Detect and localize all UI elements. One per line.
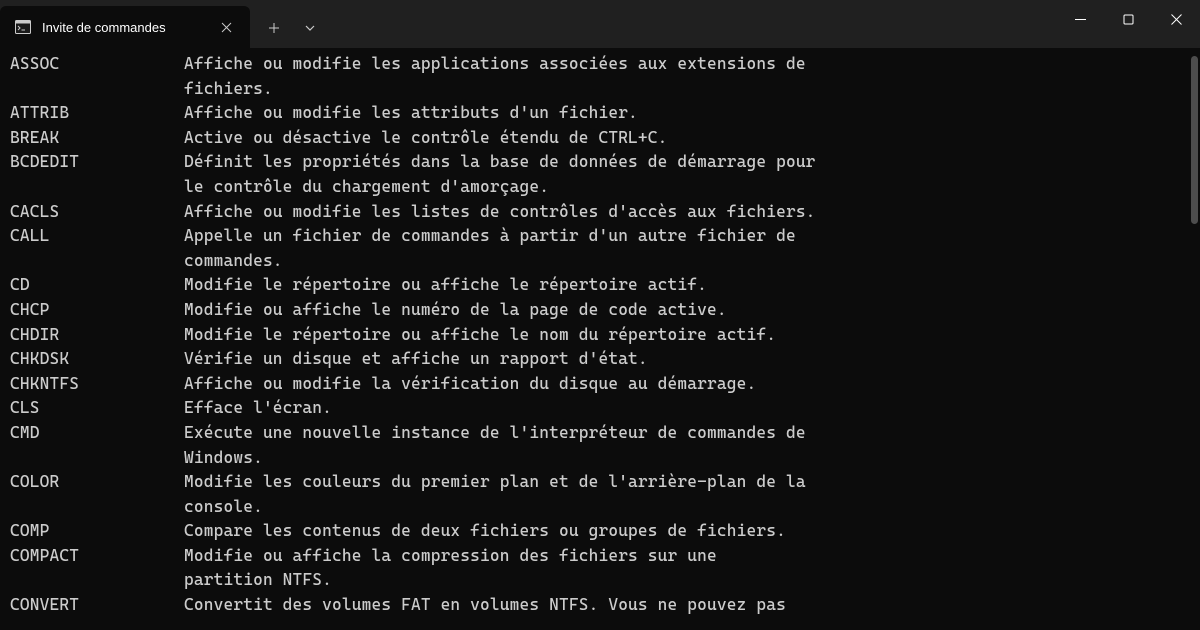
command-row: le contrôle du chargement d'amorçage. <box>10 175 1190 200</box>
command-row: console. <box>10 495 1190 520</box>
command-name <box>10 495 184 520</box>
command-description: Modifie ou affiche la compression des fi… <box>184 544 1190 569</box>
command-name: CLS <box>10 396 184 421</box>
command-name: CMD <box>10 421 184 446</box>
command-description: Modifie le répertoire ou affiche le nom … <box>184 323 1190 348</box>
command-description: Windows. <box>184 446 1190 471</box>
command-row: COMPACTModifie ou affiche la compression… <box>10 544 1190 569</box>
tab-dropdown-button[interactable] <box>292 12 328 44</box>
command-name: CONVERT <box>10 593 184 618</box>
command-row: CLSEfface l'écran. <box>10 396 1190 421</box>
terminal-icon <box>14 18 32 36</box>
command-description: Appelle un fichier de commandes à partir… <box>184 224 1190 249</box>
command-row: COMPCompare les contenus de deux fichier… <box>10 519 1190 544</box>
command-description: Définit les propriétés dans la base de d… <box>184 150 1190 175</box>
command-description: partition NTFS. <box>184 568 1190 593</box>
command-row: Windows. <box>10 446 1190 471</box>
command-description: fichiers. <box>184 77 1190 102</box>
command-row: CACLSAffiche ou modifie les listes de co… <box>10 200 1190 225</box>
scrollbar-thumb[interactable] <box>1191 56 1198 224</box>
close-window-button[interactable] <box>1152 0 1200 38</box>
command-row: CHCPModifie ou affiche le numéro de la p… <box>10 298 1190 323</box>
command-name <box>10 568 184 593</box>
command-description: console. <box>184 495 1190 520</box>
command-name <box>10 77 184 102</box>
command-row: CHKDSKVérifie un disque et affiche un ra… <box>10 347 1190 372</box>
command-description: Vérifie un disque et affiche un rapport … <box>184 347 1190 372</box>
title-bar-drag-area[interactable] <box>328 0 1056 48</box>
command-description: Affiche ou modifie les applications asso… <box>184 52 1190 77</box>
command-row: CHKNTFSAffiche ou modifie la vérificatio… <box>10 372 1190 397</box>
command-name: CHKNTFS <box>10 372 184 397</box>
command-description: Modifie les couleurs du premier plan et … <box>184 470 1190 495</box>
title-bar: Invite de commandes <box>0 0 1200 48</box>
command-name: BREAK <box>10 126 184 151</box>
maximize-button[interactable] <box>1104 0 1152 38</box>
command-description: Exécute une nouvelle instance de l'inter… <box>184 421 1190 446</box>
command-row: fichiers. <box>10 77 1190 102</box>
command-name <box>10 249 184 274</box>
tab-controls <box>250 0 328 48</box>
command-name <box>10 175 184 200</box>
command-name: CHCP <box>10 298 184 323</box>
minimize-button[interactable] <box>1056 0 1104 38</box>
command-row: CHDIRModifie le répertoire ou affiche le… <box>10 323 1190 348</box>
command-name: CALL <box>10 224 184 249</box>
command-name: ASSOC <box>10 52 184 77</box>
command-output: ASSOCAffiche ou modifie les applications… <box>10 52 1190 618</box>
command-description: Affiche ou modifie les listes de contrôl… <box>184 200 1190 225</box>
new-tab-button[interactable] <box>256 12 292 44</box>
command-name: CHDIR <box>10 323 184 348</box>
terminal-content[interactable]: ASSOCAffiche ou modifie les applications… <box>0 48 1200 630</box>
command-name: CD <box>10 273 184 298</box>
tab-title: Invite de commandes <box>42 20 198 35</box>
command-description: Compare les contenus de deux fichiers ou… <box>184 519 1190 544</box>
command-name: ATTRIB <box>10 101 184 126</box>
command-row: CMDExécute une nouvelle instance de l'in… <box>10 421 1190 446</box>
command-row: BCDEDITDéfinit les propriétés dans la ba… <box>10 150 1190 175</box>
command-row: CONVERTConvertit des volumes FAT en volu… <box>10 593 1190 618</box>
command-description: Modifie ou affiche le numéro de la page … <box>184 298 1190 323</box>
command-name: CACLS <box>10 200 184 225</box>
scrollbar-track[interactable] <box>1190 48 1200 630</box>
command-name: BCDEDIT <box>10 150 184 175</box>
command-description: Affiche ou modifie la vérification du di… <box>184 372 1190 397</box>
command-description: Active ou désactive le contrôle étendu d… <box>184 126 1190 151</box>
command-row: CALLAppelle un fichier de commandes à pa… <box>10 224 1190 249</box>
command-row: ATTRIBAffiche ou modifie les attributs d… <box>10 101 1190 126</box>
command-row: commandes. <box>10 249 1190 274</box>
command-name: COMP <box>10 519 184 544</box>
command-row: partition NTFS. <box>10 568 1190 593</box>
command-description: commandes. <box>184 249 1190 274</box>
command-name: CHKDSK <box>10 347 184 372</box>
command-row: ASSOCAffiche ou modifie les applications… <box>10 52 1190 77</box>
command-name: COMPACT <box>10 544 184 569</box>
command-row: BREAKActive ou désactive le contrôle éte… <box>10 126 1190 151</box>
command-row: COLORModifie les couleurs du premier pla… <box>10 470 1190 495</box>
active-tab[interactable]: Invite de commandes <box>0 6 250 48</box>
command-description: Efface l'écran. <box>184 396 1190 421</box>
command-row: CDModifie le répertoire ou affiche le ré… <box>10 273 1190 298</box>
command-description: le contrôle du chargement d'amorçage. <box>184 175 1190 200</box>
close-tab-button[interactable] <box>216 17 236 37</box>
command-description: Convertit des volumes FAT en volumes NTF… <box>184 593 1190 618</box>
command-name: COLOR <box>10 470 184 495</box>
command-description: Affiche ou modifie les attributs d'un fi… <box>184 101 1190 126</box>
window-controls <box>1056 0 1200 48</box>
command-description: Modifie le répertoire ou affiche le répe… <box>184 273 1190 298</box>
command-name <box>10 446 184 471</box>
